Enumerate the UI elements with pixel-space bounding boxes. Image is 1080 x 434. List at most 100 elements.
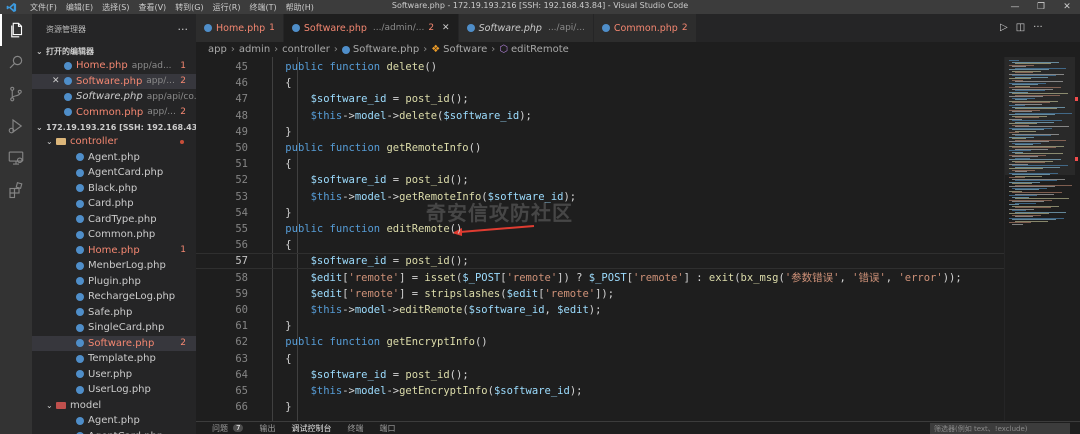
code-token: (): [424, 61, 438, 73]
close-icon[interactable]: ✕: [52, 76, 60, 86]
close-icon[interactable]: ✕: [1054, 0, 1080, 14]
menu-item[interactable]: 文件(F): [30, 2, 57, 13]
menu-item[interactable]: 查看(V): [138, 2, 166, 13]
open-editor-item[interactable]: Software.phpapp/api/co...: [32, 89, 196, 105]
file-tree-item[interactable]: AgentCard.php: [32, 429, 196, 434]
file-tree-item[interactable]: CardType.php: [32, 212, 196, 228]
code-token: ();: [449, 255, 469, 268]
code-token: $software_id: [443, 109, 520, 122]
code-token: {: [260, 239, 292, 252]
more-actions-icon[interactable]: ···: [178, 23, 189, 36]
file-name: SingleCard.php: [88, 322, 165, 334]
tab-label: Common.php: [613, 22, 678, 34]
panel-tab[interactable]: 问题 7: [212, 423, 244, 434]
breadcrumb-item[interactable]: Software: [443, 44, 487, 55]
code-line: 59 $edit['remote'] = stripslashes($edit[…: [196, 286, 1004, 302]
code-token: =: [386, 255, 406, 268]
code-token: $software_id: [493, 385, 570, 397]
panel-tab[interactable]: 端口: [379, 423, 395, 434]
workspace-section[interactable]: ⌄ 172.19.193.216 [SSH: 192.168.43.84]: [32, 120, 196, 134]
file-tree-item[interactable]: UserLog.php: [32, 382, 196, 398]
more-actions-icon[interactable]: ···: [1033, 22, 1043, 33]
problem-count-badge: 1: [180, 60, 186, 71]
editor-tab[interactable]: Software.php .../admin/... 2 ✕: [283, 14, 459, 42]
open-editor-item[interactable]: Common.php app/... 2: [32, 105, 196, 121]
run-icon[interactable]: ▷: [1000, 22, 1008, 33]
code-editor[interactable]: 奇安信攻防社区 45 public function delete() 46 {4…: [196, 57, 1004, 421]
php-file-icon: [76, 354, 84, 363]
folder-model[interactable]: ⌄ model: [32, 398, 196, 414]
open-editor-item[interactable]: ✕ Software.php app/... 2: [32, 73, 196, 89]
folder-controller[interactable]: ⌄ controller: [32, 134, 196, 150]
file-tree-item[interactable]: MenberLog.php: [32, 258, 196, 274]
file-tree-item[interactable]: Black.php: [32, 181, 196, 197]
source-control-icon[interactable]: [0, 78, 32, 110]
code-token: model: [354, 109, 387, 122]
split-editor-icon[interactable]: ◫: [1016, 22, 1025, 33]
menu-item[interactable]: 选择(S): [102, 2, 129, 13]
open-editors-section[interactable]: ⌄ 打开的编辑器: [32, 44, 196, 58]
file-name: UserLog.php: [88, 384, 151, 396]
file-tree-item[interactable]: User.php: [32, 367, 196, 383]
panel-tab[interactable]: 终端: [347, 423, 363, 434]
chevron-right-icon: ›: [491, 44, 496, 55]
file-tree-item[interactable]: Home.php 1: [32, 243, 196, 259]
file-tree-item[interactable]: Template.php: [32, 351, 196, 367]
close-icon[interactable]: ✕: [442, 23, 450, 33]
file-tree-item[interactable]: RechargeLog.php: [32, 289, 196, 305]
menu-item[interactable]: 终端(T): [249, 2, 276, 13]
search-icon[interactable]: [0, 46, 32, 78]
panel-tab[interactable]: 调试控制台: [291, 423, 331, 434]
file-name: Template.php: [88, 353, 156, 365]
file-tree-item[interactable]: Agent.php: [32, 150, 196, 166]
file-tree-item[interactable]: AgentCard.php: [32, 165, 196, 181]
file-tree-item[interactable]: SingleCard.php: [32, 320, 196, 336]
chevron-down-icon: ⌄: [46, 400, 53, 410]
panel-filter-input[interactable]: 筛选器(例如 text、!exclude): [930, 423, 1070, 434]
minimap-error-marker: [1075, 97, 1078, 101]
minimize-icon[interactable]: —: [1002, 0, 1028, 14]
code-content: $edit['remote'] = isset($_POST['remote']…: [260, 270, 962, 285]
panel-tab[interactable]: 输出: [259, 423, 275, 434]
breadcrumb-item[interactable]: app: [208, 44, 227, 55]
editor-tab[interactable]: Common.php 2: [593, 14, 697, 42]
menu-bar: 文件(F) 编辑(E) 选择(S) 查看(V) 转到(G) 运行(R) 终端(T) 帮助(H): [30, 2, 323, 13]
code-token: $this: [310, 385, 343, 397]
file-tree-item[interactable]: Card.php: [32, 196, 196, 212]
menu-item[interactable]: 编辑(E): [66, 2, 93, 13]
run-debug-icon[interactable]: [0, 110, 32, 142]
file-tree-item[interactable]: Common.php: [32, 227, 196, 243]
code-content: public function delete(): [260, 61, 437, 73]
file-tree-item[interactable]: Software.php 2: [32, 335, 196, 351]
line-number: 45: [235, 61, 248, 73]
tab-path: .../admin/...: [372, 23, 425, 33]
menu-item[interactable]: 帮助(H): [286, 2, 314, 13]
file-tree-item[interactable]: Safe.php: [32, 305, 196, 321]
php-file-icon: [76, 416, 84, 425]
code-token: getEncryptInfo: [399, 385, 488, 397]
files-icon[interactable]: [0, 14, 32, 46]
file-tree-item[interactable]: Agent.php: [32, 413, 196, 429]
error-dot: [180, 139, 184, 144]
editor-tab[interactable]: Home.php 1: [196, 14, 284, 42]
menu-item[interactable]: 转到(G): [175, 2, 203, 13]
breadcrumb-item[interactable]: editRemote: [511, 44, 569, 55]
minimap[interactable]: [1004, 57, 1080, 421]
code-token: public function: [285, 61, 387, 73]
menu-item[interactable]: 运行(R): [213, 2, 241, 13]
breadcrumb-item[interactable]: Software.php: [353, 44, 419, 55]
code-token: stripslashes: [424, 287, 501, 300]
breadcrumb-item[interactable]: admin: [239, 44, 270, 55]
open-editor-item[interactable]: Home.php app/ad... 1: [32, 58, 196, 74]
code-token: {: [260, 158, 292, 171]
code-content: }: [260, 401, 291, 413]
file-tree-item[interactable]: Plugin.php: [32, 274, 196, 290]
remote-explorer-icon[interactable]: [0, 142, 32, 174]
extensions-icon[interactable]: [0, 174, 32, 206]
editor-tab[interactable]: Software.php .../api/...: [458, 14, 594, 42]
restore-icon[interactable]: ❐: [1028, 0, 1054, 14]
breadcrumb-item[interactable]: controller: [282, 44, 330, 55]
file-name: User.php: [88, 368, 133, 380]
php-file-icon: [76, 153, 84, 162]
